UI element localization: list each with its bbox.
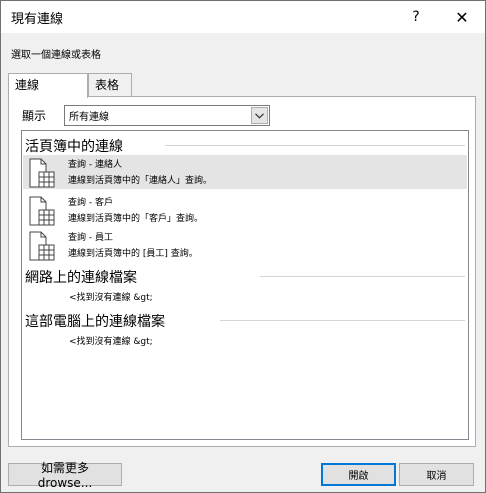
query-table-icon: [29, 158, 55, 188]
connection-item-employees[interactable]: 查詢 - 員工 連線到活頁簿中的 [員工] 查詢。: [23, 228, 467, 262]
instruction-text: 選取一個連線或表格: [11, 50, 101, 61]
group-header-workbook: 活頁簿中的連線: [25, 136, 465, 156]
group-header-network: 網路上的連線檔案: [25, 267, 465, 287]
connection-description: 連線到活頁簿中的「連絡人」查詢。: [68, 176, 213, 186]
connection-description: 連線到活頁簿中的「客戶」查詢。: [68, 214, 204, 224]
connection-item-customers[interactable]: 查詢 - 客戶 連線到活頁簿中的「客戶」查詢。: [23, 193, 467, 227]
group-divider: [165, 145, 465, 146]
open-button[interactable]: 開啟: [321, 463, 396, 486]
tab-panel-connections: 顯示 所有連線 活頁簿中的連線 查詢 - 連絡人 連線到活頁簿中的「連絡人」查詢…: [8, 96, 476, 447]
query-table-icon: [29, 196, 55, 226]
group-title: 網路上的連線檔案: [25, 267, 141, 287]
connection-item-contacts[interactable]: 查詢 - 連絡人 連線到活頁簿中的「連絡人」查詢。: [23, 155, 467, 189]
chevron-down-icon[interactable]: [251, 107, 268, 124]
tab-connections[interactable]: 連線: [8, 73, 88, 98]
group-title: 這部電腦上的連線檔案: [25, 311, 169, 331]
connection-name: 查詢 - 員工: [68, 233, 113, 243]
help-button[interactable]: ?: [396, 1, 436, 33]
group-title: 活頁簿中的連線: [25, 136, 127, 156]
tab-tables[interactable]: 表格: [88, 73, 132, 96]
connections-list[interactable]: 活頁簿中的連線 查詢 - 連絡人 連線到活頁簿中的「連絡人」查詢。 查詢 - 客…: [21, 130, 469, 440]
cancel-button[interactable]: 取消: [399, 463, 474, 486]
existing-connections-dialog: 現有連線 ? ✕ 選取一個連線或表格 連線 表格 顯示 所有連線 活頁簿中的連線: [0, 0, 486, 493]
title-bar: 現有連線 ? ✕: [1, 1, 485, 33]
dialog-title: 現有連線: [11, 12, 64, 27]
show-dropdown[interactable]: 所有連線: [64, 105, 270, 126]
no-connections-text: <找到沒有連線 &gt;: [69, 337, 153, 347]
group-divider: [260, 276, 465, 277]
connection-description: 連線到活頁簿中的 [員工] 查詢。: [68, 249, 198, 259]
close-icon[interactable]: ✕: [442, 1, 482, 33]
show-label: 顯示: [22, 109, 47, 123]
query-table-icon: [29, 231, 55, 261]
group-header-this-computer: 這部電腦上的連線檔案: [25, 311, 465, 331]
connection-name: 查詢 - 客戶: [68, 198, 113, 208]
browse-more-button[interactable]: 如需更多 drowse...: [8, 461, 122, 490]
group-divider: [220, 320, 465, 321]
show-dropdown-value: 所有連線: [69, 112, 109, 123]
connection-name: 查詢 - 連絡人: [68, 160, 122, 170]
no-connections-text: <找到沒有連線 &gt;: [69, 293, 153, 303]
